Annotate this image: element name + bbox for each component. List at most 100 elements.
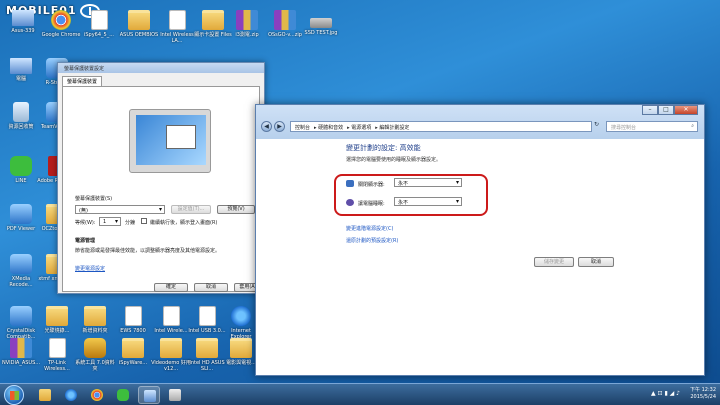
cancel-button[interactable]: 取消: [194, 283, 228, 292]
folder-icon: [196, 338, 218, 358]
clock-date: 2015/5/24: [690, 394, 716, 400]
folder-icon: [39, 389, 51, 401]
desktop-icon-label: ASUS OEMBIOS: [119, 32, 159, 38]
desktop-icon[interactable]: iSpy64_5_...: [78, 10, 120, 38]
gold-icon: [84, 338, 106, 358]
desktop-icon-label: EWS 7800: [120, 328, 146, 334]
zip-icon: [274, 10, 296, 30]
wait-label: 等候(W):: [75, 220, 96, 226]
app-icon: [10, 254, 32, 274]
refresh-icon[interactable]: ↻: [594, 121, 603, 132]
desktop-icon-label: SSD TEST.jpg: [304, 30, 338, 36]
desktop-icon-label: Intel Wirele...: [154, 328, 188, 334]
desktop-icon-label: 系統工具 7.0資料夾: [75, 360, 115, 372]
cancel-changes-button[interactable]: 取消: [578, 257, 614, 267]
ie-icon: [65, 389, 77, 401]
desktop-icon-label: Google Chrome: [41, 32, 81, 38]
desktop-icon[interactable]: 光碟燒錄...: [36, 306, 78, 334]
breadcrumb-power[interactable]: 電源選項: [351, 125, 371, 131]
doc-icon: [198, 306, 216, 326]
doc-icon: [168, 10, 186, 30]
chrome-icon: [51, 10, 71, 30]
forward-icon[interactable]: ▶: [274, 121, 285, 132]
desktop-icon[interactable]: Asus-339: [2, 10, 44, 34]
taskbar-display[interactable]: [164, 386, 186, 404]
desktop-icon-label: 新增資料夾: [82, 328, 108, 334]
display-icon: [169, 389, 181, 401]
maximize-icon[interactable]: □: [658, 105, 674, 115]
clock-time: 下午 12:32: [690, 387, 716, 393]
preview-button[interactable]: 預覽(V): [217, 205, 255, 214]
taskbar-ie[interactable]: [60, 386, 82, 404]
chrome-icon: [91, 389, 103, 401]
desktop-icon[interactable]: 系統工具 7.0資料夾: [74, 338, 116, 372]
desktop-icon[interactable]: Google Chrome: [40, 10, 82, 38]
app-icon: [10, 306, 32, 326]
tab-strip: 螢幕保護裝置: [58, 73, 264, 86]
desktop-icon-label: NVIDIA_ASUS...: [1, 360, 41, 366]
resume-checkbox[interactable]: [141, 218, 147, 224]
settings-button[interactable]: 設定值(T)...: [171, 205, 211, 214]
desktop-icon-label: 資源回收筒: [8, 124, 34, 130]
power-settings-link[interactable]: 變更電源設定: [75, 265, 105, 272]
desktop-icon[interactable]: ASUS OEMBIOS: [118, 10, 160, 38]
doc-icon: [124, 306, 142, 326]
minimize-icon[interactable]: –: [642, 105, 658, 115]
line-icon: [10, 156, 32, 176]
desktop-icon-label: Asus-339: [11, 28, 35, 34]
taskbar-line[interactable]: [112, 386, 134, 404]
taskbar-explorer[interactable]: [34, 386, 56, 404]
folder-icon: [128, 10, 150, 30]
monitor-preview: [129, 109, 211, 173]
ie-icon: [231, 306, 251, 326]
desktop-icon[interactable]: iSpyWare...: [112, 338, 154, 366]
restore-defaults-link[interactable]: 還原計劃的預設設定(R): [346, 237, 398, 244]
sleep-select[interactable]: 永不: [394, 197, 462, 206]
tray-icons[interactable]: ▲ ⊡ ▮ ◢ ♪: [651, 390, 680, 397]
close-icon[interactable]: ✕: [674, 105, 698, 115]
save-changes-button[interactable]: 儲存變更: [534, 257, 574, 267]
desktop-icon-label: iSpyWare...: [118, 360, 148, 366]
screensaver-dialog: 螢幕保護裝置設定 螢幕保護裝置 螢幕保護裝置(S) (無) 設定值(T)... …: [57, 62, 265, 294]
desktop-icon[interactable]: i3測電.zip: [226, 10, 268, 38]
desktop-icon[interactable]: SSD TEST.jpg: [300, 10, 342, 36]
advanced-settings-link[interactable]: 變更進階電源設定(C): [346, 225, 393, 232]
desktop-icon[interactable]: TP-Link Wireless...: [36, 338, 78, 372]
breadcrumb-control-panel[interactable]: 控制台: [295, 125, 310, 131]
breadcrumb-edit-plan[interactable]: 編輯計劃設定: [379, 125, 409, 131]
breadcrumb-hardware[interactable]: 硬體和音效: [318, 125, 343, 131]
desktop-icon-label: OSsGO-v...zip: [268, 32, 302, 38]
power-text: 節省能源或是發揮最佳效能，以調整顯示器亮度及其他電源設定。: [75, 248, 221, 254]
window-buttons: – □ ✕: [642, 105, 698, 116]
page-title: 變更計劃的設定: 高效能: [346, 144, 421, 152]
start-button[interactable]: [4, 385, 24, 405]
page-subtitle: 選擇您的電腦要使用的睡眠及顯示器設定。: [346, 157, 442, 163]
wait-stepper[interactable]: 1: [99, 217, 121, 226]
search-input[interactable]: 搜尋控制台 ⌕: [606, 121, 698, 132]
search-icon: ⌕: [691, 123, 694, 129]
back-icon[interactable]: ◀: [261, 121, 272, 132]
desktop-icon[interactable]: EWS 7800: [112, 306, 154, 334]
desktop-icon-label: i3測電.zip: [235, 32, 259, 38]
address-bar[interactable]: 控制台 ▸ 硬體和音效 ▸ 電源選項 ▸ 編輯計劃設定: [290, 121, 592, 132]
desktop-icon-label: XMedia Recode...: [9, 276, 33, 288]
clock[interactable]: 下午 12:32 2015/5/24: [690, 387, 716, 401]
taskbar-chrome[interactable]: [86, 386, 108, 404]
desktop: MOBILE01 Asus-339 Google Chrome iSpy64_5_.…: [0, 0, 720, 383]
drive-icon: [310, 18, 332, 28]
desktop-icon[interactable]: 新增資料夾: [74, 306, 116, 334]
display-off-select[interactable]: 永不: [394, 178, 462, 187]
tab-screensaver[interactable]: 螢幕保護裝置: [62, 76, 103, 86]
line-icon: [117, 389, 129, 401]
minutes-label: 分鐘: [125, 220, 136, 226]
folder-icon: [122, 338, 144, 358]
pc-icon: [12, 10, 34, 26]
pc-icon: [10, 58, 32, 74]
desktop-icon-label: PDF Viewer: [6, 226, 36, 232]
ok-button[interactable]: 確定: [154, 283, 188, 292]
doc-icon: [162, 306, 180, 326]
tab-panel: 螢幕保護裝置(S) (無) 設定值(T)... 預覽(V) 等候(W): 1 分…: [62, 86, 260, 292]
screensaver-select[interactable]: (無): [75, 205, 165, 214]
dialog-title: 螢幕保護裝置設定: [58, 63, 264, 73]
taskbar-control-panel[interactable]: [138, 386, 160, 404]
